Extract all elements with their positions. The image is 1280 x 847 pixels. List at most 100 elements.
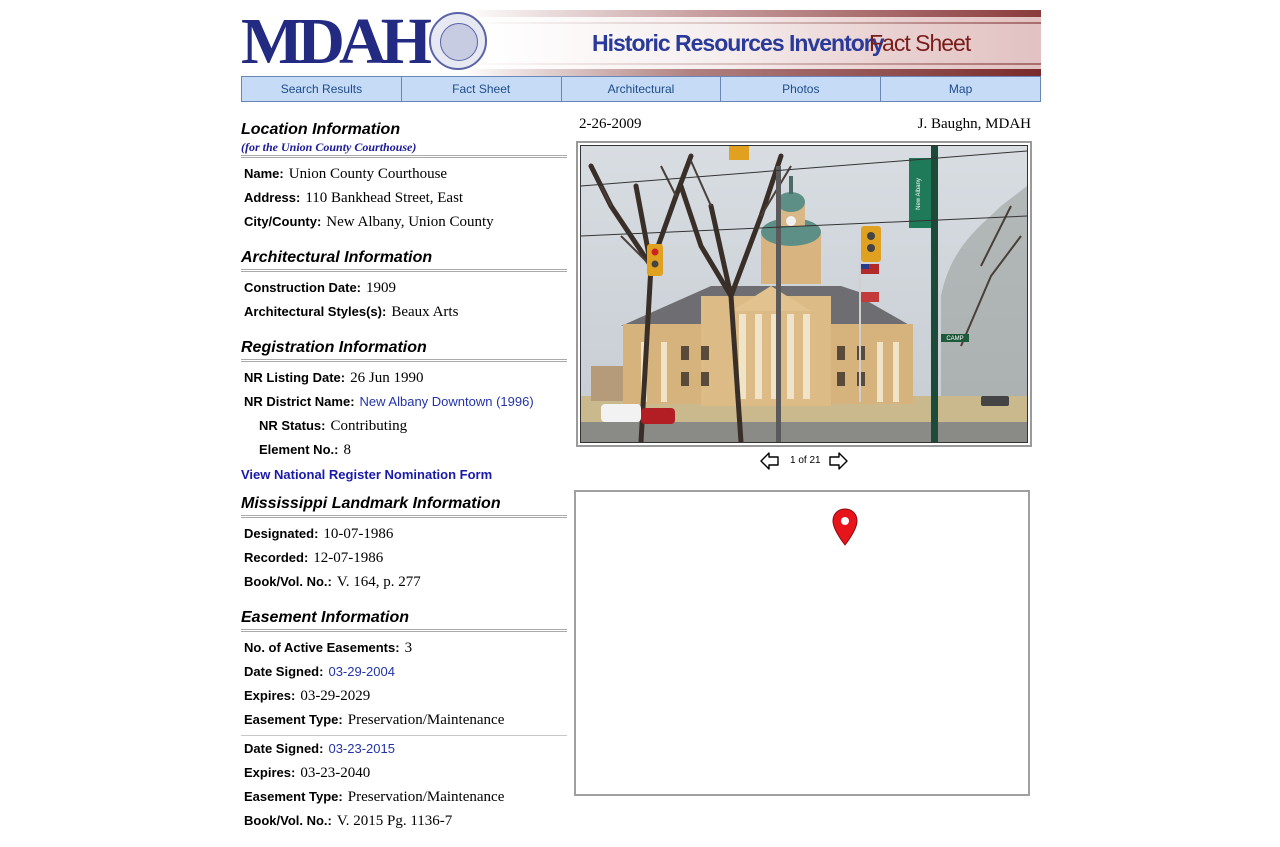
left-arrow-icon[interactable] xyxy=(760,451,780,471)
styles-row: Architectural Styles(s): Beaux Arts xyxy=(241,300,567,324)
easement-divider xyxy=(241,735,567,736)
city-row: City/County: New Albany, Union County xyxy=(241,210,567,234)
date-signed-link[interactable]: 03-29-2004 xyxy=(328,664,395,679)
field-label: Architectural Styles(s): xyxy=(244,304,387,319)
photo-date: 2-26-2009 xyxy=(579,116,642,132)
expires-row: Expires: 03-23-2040 xyxy=(241,761,567,785)
tab-search-results[interactable]: Search Results xyxy=(241,76,402,102)
book-row: Book/Vol. No.: V. 164, p. 277 xyxy=(241,570,567,594)
section-divider xyxy=(241,155,567,158)
main-nav: Search Results Fact Sheet Architectural … xyxy=(241,76,1041,102)
active-easements-row: No. of Active Easements: 3 xyxy=(241,636,567,660)
designated-row: Designated: 10-07-1986 xyxy=(241,522,567,546)
nr-status-value: Contributing xyxy=(330,418,408,434)
element-value: 8 xyxy=(343,442,351,458)
easement-book-value: V. 2015 Pg. 1136-7 xyxy=(336,813,453,829)
photo-counter: 1 of 21 xyxy=(790,455,821,466)
tab-fact-sheet[interactable]: Fact Sheet xyxy=(400,76,562,102)
construction-date-value: 1909 xyxy=(366,280,396,296)
section-divider xyxy=(241,515,567,518)
nr-district-row: NR District Name: New Albany Downtown (19… xyxy=(241,390,567,414)
nr-status-row: NR Status: Contributing xyxy=(241,414,567,438)
section-divider xyxy=(241,629,567,632)
name-row: Name: Union County Courthouse xyxy=(241,162,567,186)
field-label: Element No.: xyxy=(259,442,339,457)
active-easements-value: 3 xyxy=(404,640,413,656)
field-label: Easement Type: xyxy=(244,789,343,804)
expires-value: 03-29-2029 xyxy=(300,688,371,704)
architectural-section: Architectural Information Construction D… xyxy=(241,248,567,324)
field-label: No. of Active Easements: xyxy=(244,640,400,655)
tab-photos[interactable]: Photos xyxy=(720,76,882,102)
nr-nomination-form-link[interactable]: View National Register Nomination Form xyxy=(241,464,567,486)
field-label: Expires: xyxy=(244,765,296,780)
styles-value: Beaux Arts xyxy=(391,304,459,320)
location-map[interactable] xyxy=(574,490,1030,796)
field-label: Easement Type: xyxy=(244,712,343,727)
field-label: Book/Vol. No.: xyxy=(244,813,332,828)
section-title: Location Information xyxy=(241,121,401,138)
field-label: Date Signed: xyxy=(244,741,324,756)
field-label: Expires: xyxy=(244,688,296,703)
street-sign-text: CAMP xyxy=(946,336,963,342)
field-label: Date Signed: xyxy=(244,664,324,679)
photo-frame: New Albany CAMP xyxy=(580,145,1028,443)
property-photo[interactable]: New Albany CAMP xyxy=(576,141,1032,447)
mdah-logo[interactable]: MDAH xyxy=(241,10,432,76)
field-label: NR Listing Date: xyxy=(244,370,346,385)
section-divider xyxy=(241,359,567,362)
page-title: Fact Sheet xyxy=(869,30,971,56)
easement-book-row: Book/Vol. No.: V. 2015 Pg. 1136-7 xyxy=(241,809,567,833)
date-signed-link[interactable]: 03-23-2015 xyxy=(328,741,395,756)
city-value: New Albany, Union County xyxy=(326,214,494,230)
photo-credit: J. Baughn, MDAH xyxy=(917,116,1031,132)
field-label: Designated: xyxy=(244,526,319,541)
element-row: Element No.: 8 xyxy=(241,438,567,462)
section-title: Easement Information xyxy=(241,609,410,626)
recorded-row: Recorded: 12-07-1986 xyxy=(241,546,567,570)
date-signed-row: Date Signed: 03-23-2015 xyxy=(241,737,567,761)
registration-section: Registration Information NR Listing Date… xyxy=(241,338,567,486)
field-label: Book/Vol. No.: xyxy=(244,574,332,589)
nr-listing-row: NR Listing Date: 26 Jun 1990 xyxy=(241,366,567,390)
expires-row: Expires: 03-29-2029 xyxy=(241,684,567,708)
page-wrapper: MDAH Historic Resources Inventory Fact S… xyxy=(241,10,1041,829)
book-value: V. 164, p. 277 xyxy=(336,574,421,590)
banner-stripe xyxy=(461,10,1041,17)
fact-sheet-details: Location Information (for the Union Coun… xyxy=(241,120,567,847)
landmark-section: Mississippi Landmark Information Designa… xyxy=(241,494,567,594)
field-label: Recorded: xyxy=(244,550,309,565)
easement-section: Easement Information No. of Active Easem… xyxy=(241,608,567,833)
field-label: City/County: xyxy=(244,214,322,229)
section-title: Architectural Information xyxy=(241,249,433,266)
banner-sign-text: New Albany xyxy=(916,178,922,210)
map-marker-icon[interactable] xyxy=(832,508,858,546)
date-signed-row: Date Signed: 03-29-2004 xyxy=(241,660,567,684)
photo-caption: 2-26-2009 J. Baughn, MDAH xyxy=(579,114,1031,136)
address-value: 110 Bankhead Street, East xyxy=(305,190,464,206)
name-value: Union County Courthouse xyxy=(288,166,448,182)
field-label: Address: xyxy=(244,190,301,205)
field-label: Name: xyxy=(244,166,284,181)
right-arrow-icon[interactable] xyxy=(828,451,848,471)
address-row: Address: 110 Bankhead Street, East xyxy=(241,186,567,210)
designated-value: 10-07-1986 xyxy=(323,526,394,542)
easement-type-row: Easement Type: Preservation/Maintenance xyxy=(241,785,567,809)
banner-stripe xyxy=(461,69,1041,76)
photo-pager: 1 of 21 xyxy=(760,451,880,471)
field-label: NR District Name: xyxy=(244,394,355,409)
state-seal-icon xyxy=(429,12,487,70)
nr-listing-value: 26 Jun 1990 xyxy=(350,370,424,386)
banner-stripe xyxy=(461,22,1041,24)
tab-map[interactable]: Map xyxy=(880,76,1041,102)
location-section: Location Information (for the Union Coun… xyxy=(241,120,567,234)
tab-architectural[interactable]: Architectural xyxy=(560,76,722,102)
nr-district-link[interactable]: New Albany Downtown (1996) xyxy=(360,394,534,409)
header-banner: MDAH Historic Resources Inventory Fact S… xyxy=(241,10,1041,76)
banner-stripe xyxy=(461,63,1041,65)
construction-date-row: Construction Date: 1909 xyxy=(241,276,567,300)
easement-type-row: Easement Type: Preservation/Maintenance xyxy=(241,708,567,732)
field-label: Construction Date: xyxy=(244,280,361,295)
easement-type-value: Preservation/Maintenance xyxy=(347,789,505,805)
recorded-value: 12-07-1986 xyxy=(313,550,384,566)
